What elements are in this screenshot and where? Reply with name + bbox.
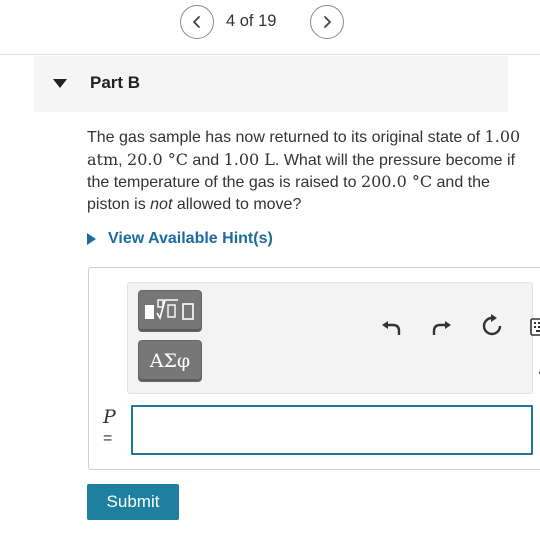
- chevron-right-icon: [324, 16, 331, 28]
- part-b-header[interactable]: Part B: [34, 56, 508, 112]
- redo-button[interactable]: [429, 313, 455, 339]
- math-templates-icon: [145, 299, 194, 321]
- part-title: Part B: [90, 73, 141, 92]
- reset-button[interactable]: [479, 313, 505, 339]
- greek-symbols-button[interactable]: ΑΣφ: [138, 340, 202, 382]
- answer-input[interactable]: [131, 405, 533, 455]
- view-hints-link[interactable]: View Available Hint(s): [87, 230, 273, 248]
- question-text: The gas sample has now returned to its o…: [87, 127, 521, 213]
- answer-variable: P: [103, 406, 116, 428]
- redo-icon: [432, 321, 451, 335]
- math-toolbar: ΑΣφ ?: [127, 282, 540, 394]
- undo-icon: [382, 321, 401, 335]
- triangle-down-icon: [53, 79, 67, 88]
- keyboard-button[interactable]: [530, 314, 540, 340]
- triangle-right-icon: [87, 233, 96, 245]
- page-counter: 4 of 19: [226, 12, 277, 30]
- hint-label: View Available Hint(s): [108, 230, 273, 247]
- volume-value: 1.00 L: [223, 149, 275, 169]
- emphasis-not: not: [150, 195, 173, 213]
- temperature-value: 20.0 °C: [127, 149, 188, 169]
- pagination: 4 of 19: [0, 4, 540, 39]
- divider: [0, 54, 540, 55]
- previous-button[interactable]: [180, 5, 214, 39]
- next-button[interactable]: [310, 5, 344, 39]
- reset-icon: [482, 314, 502, 336]
- new-temperature-value: 200.0 °C: [360, 172, 433, 191]
- answer-panel: ΑΣφ ? P =: [88, 267, 540, 470]
- undo-button[interactable]: [378, 313, 404, 339]
- chevron-left-icon: [193, 16, 200, 28]
- templates-button[interactable]: [138, 290, 202, 332]
- submit-button[interactable]: Submit: [87, 484, 179, 520]
- keyboard-icon: [530, 318, 540, 336]
- greek-label: ΑΣφ: [149, 350, 191, 372]
- equals-sign: =: [103, 430, 113, 447]
